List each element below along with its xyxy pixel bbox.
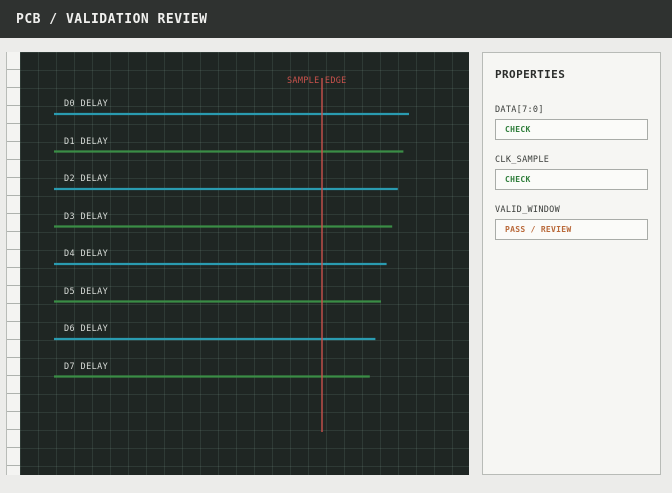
sample-edge-label: SAMPLE EDGE (287, 76, 347, 86)
prop-value-data-text: CHECK (505, 125, 531, 134)
trace-label-d0: D0 DELAY (64, 99, 109, 109)
trace-label-d4: D4 DELAY (64, 249, 109, 259)
properties-title: PROPERTIES (495, 68, 566, 81)
vertical-ruler (6, 52, 21, 475)
trace-label-d5: D5 DELAY (64, 287, 109, 297)
pcb-canvas[interactable]: SAMPLE EDGE D0 DELAY D1 DELAY D2 DELAY D… (20, 52, 469, 475)
page-title: PCB / VALIDATION REVIEW (16, 11, 208, 27)
prop-value-clk-sample-text: CHECK (505, 175, 531, 184)
trace-label-d2: D2 DELAY (64, 174, 109, 184)
prop-value-valid-window-text: PASS / REVIEW (505, 225, 572, 234)
properties-panel: PROPERTIES DATA[7:0] CHECK CLK_SAMPLE CH… (482, 52, 661, 475)
prop-value-valid-window[interactable]: PASS / REVIEW (495, 219, 648, 240)
prop-label-clk-sample: CLK_SAMPLE (495, 155, 550, 165)
prop-label-data: DATA[7:0] (495, 105, 544, 115)
trace-label-d6: D6 DELAY (64, 324, 109, 334)
trace-label-d3: D3 DELAY (64, 212, 109, 222)
prop-label-valid-window: VALID_WINDOW (495, 205, 561, 215)
app-header: PCB / VALIDATION REVIEW (0, 0, 672, 38)
prop-value-data[interactable]: CHECK (495, 119, 648, 140)
trace-layer (54, 78, 409, 432)
prop-value-clk-sample[interactable]: CHECK (495, 169, 648, 190)
trace-label-d7: D7 DELAY (64, 362, 109, 372)
trace-label-d1: D1 DELAY (64, 137, 109, 147)
